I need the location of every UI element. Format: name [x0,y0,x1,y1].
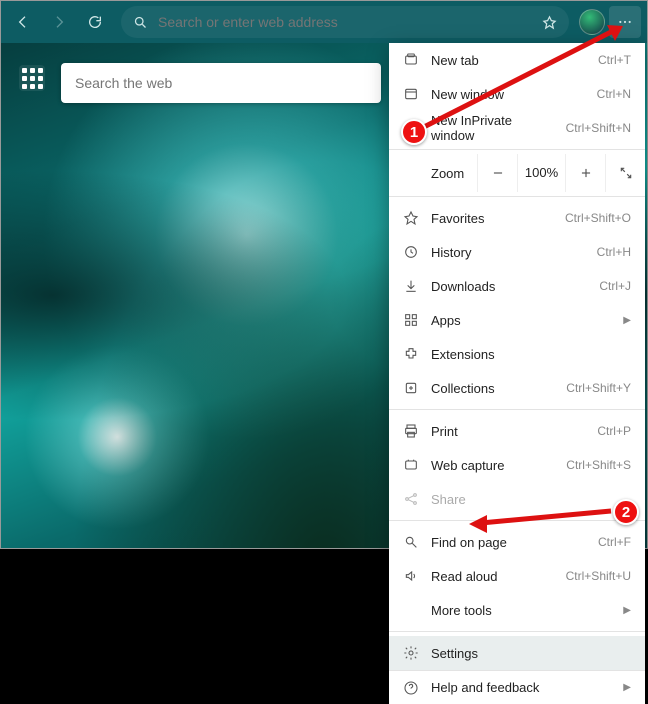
help-icon [403,680,419,696]
menu-read-aloud[interactable]: Read aloud Ctrl+Shift+U [389,559,645,593]
menu-web-capture[interactable]: Web capture Ctrl+Shift+S [389,448,645,482]
minus-icon [491,166,505,180]
read-aloud-icon [403,568,419,584]
share-icon [403,491,419,507]
menu-item-label: Read aloud [431,569,554,584]
address-bar[interactable] [121,6,569,38]
menu-settings[interactable]: Settings [389,636,645,670]
menu-item-label: Find on page [431,535,586,550]
fullscreen-button[interactable] [605,154,645,192]
menu-more-tools[interactable]: More tools ▶ [389,593,645,627]
menu-history[interactable]: History Ctrl+H [389,235,645,269]
window-icon [403,86,419,102]
web-capture-icon [403,457,419,473]
refresh-button[interactable] [79,6,111,38]
zoom-in-button[interactable] [565,154,605,192]
settings-and-more-button[interactable] [609,6,641,38]
print-icon [403,423,419,439]
ntp-search-box[interactable] [61,63,381,103]
menu-item-shortcut: Ctrl+Shift+U [566,569,631,583]
arrow-right-icon [51,14,67,30]
menu-item-label: Web capture [431,458,554,473]
menu-find[interactable]: Find on page Ctrl+F [389,525,645,559]
find-icon [403,534,419,550]
menu-item-shortcut: Ctrl+Shift+N [566,121,631,135]
menu-item-shortcut: Ctrl+Shift+Y [566,381,631,395]
menu-new-window[interactable]: New window Ctrl+N [389,77,645,111]
menu-item-label: Extensions [431,347,631,362]
history-icon [403,244,419,260]
refresh-icon [87,14,103,30]
profile-avatar[interactable] [579,9,605,35]
menu-item-label: Downloads [431,279,587,294]
download-icon [403,278,419,294]
menu-item-shortcut: Ctrl+Shift+O [565,211,631,225]
menu-item-shortcut: Ctrl+T [598,53,631,67]
menu-apps[interactable]: Apps ▶ [389,303,645,337]
chevron-right-icon: ▶ [623,315,631,326]
tab-icon [403,52,419,68]
menu-item-shortcut: Ctrl+J [599,279,631,293]
menu-item-label: Help and feedback [431,680,603,695]
menu-item-label: Share [431,492,631,507]
menu-new-tab[interactable]: New tab Ctrl+T [389,43,645,77]
settings-and-more-menu: New tab Ctrl+T New window Ctrl+N New InP… [389,43,645,704]
collections-icon [403,380,419,396]
menu-item-label: New tab [431,53,586,68]
arrow-left-icon [15,14,31,30]
menu-separator [389,520,645,521]
ellipsis-icon [617,14,633,30]
menu-zoom-row: Zoom 100% [389,154,645,192]
menu-item-label: Favorites [431,211,553,226]
menu-item-shortcut: Ctrl+H [597,245,631,259]
search-icon [133,15,148,30]
fullscreen-icon [619,166,633,180]
menu-item-shortcut: Ctrl+F [598,535,631,549]
menu-item-label: Collections [431,381,554,396]
menu-collections[interactable]: Collections Ctrl+Shift+Y [389,371,645,405]
blank-icon [403,602,419,618]
menu-separator [389,196,645,197]
menu-downloads[interactable]: Downloads Ctrl+J [389,269,645,303]
forward-button[interactable] [43,6,75,38]
menu-item-label: Print [431,424,585,439]
menu-item-shortcut: Ctrl+P [597,424,631,438]
plus-icon [579,166,593,180]
menu-separator [389,631,645,632]
menu-item-label: New window [431,87,585,102]
browser-toolbar [1,1,647,43]
menu-item-label: History [431,245,585,260]
menu-item-shortcut: Ctrl+N [597,87,631,101]
gear-icon [403,645,419,661]
favorite-star-icon[interactable] [542,15,557,30]
menu-extensions[interactable]: Extensions [389,337,645,371]
zoom-label: Zoom [389,166,477,181]
menu-new-inprivate[interactable]: New InPrivate window Ctrl+Shift+N [389,111,645,145]
ntp-search-input[interactable] [75,75,367,91]
apps-icon [403,312,419,328]
menu-print[interactable]: Print Ctrl+P [389,414,645,448]
menu-share: Share [389,482,645,516]
extensions-icon [403,346,419,362]
menu-item-label: Apps [431,313,603,328]
menu-item-label: More tools [431,603,603,618]
inprivate-icon [403,120,419,136]
menu-separator [389,409,645,410]
chevron-right-icon: ▶ [623,682,631,693]
zoom-out-button[interactable] [477,154,517,192]
zoom-value: 100% [517,154,565,192]
star-icon [403,210,419,226]
back-button[interactable] [7,6,39,38]
menu-help[interactable]: Help and feedback ▶ [389,670,645,704]
menu-separator [389,149,645,150]
menu-item-shortcut: Ctrl+Shift+S [566,458,631,472]
app-launcher-button[interactable] [19,65,45,91]
chevron-right-icon: ▶ [623,605,631,616]
menu-item-label: New InPrivate window [431,113,554,143]
menu-favorites[interactable]: Favorites Ctrl+Shift+O [389,201,645,235]
menu-item-label: Settings [431,646,631,661]
address-input[interactable] [158,14,532,30]
